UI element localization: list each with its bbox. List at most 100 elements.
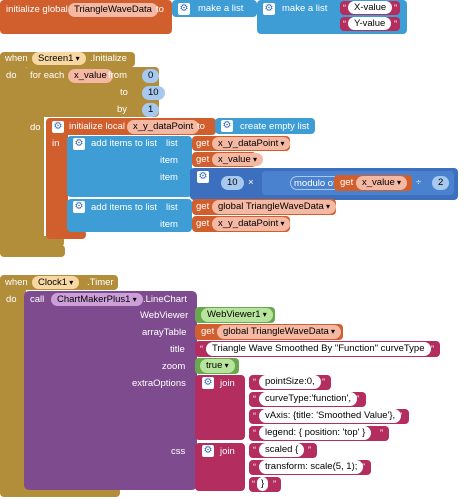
- extra-text-3[interactable]: vAxis: {title: 'Smoothed Value'},: [259, 409, 402, 423]
- gear-icon[interactable]: ⚙: [202, 445, 214, 457]
- arraytable-dropdown[interactable]: global TriangleWaveData: [217, 325, 342, 339]
- linechart-method-label: .LineChart: [143, 294, 187, 305]
- gear-icon[interactable]: ⚙: [221, 120, 233, 132]
- webviewer-dropdown[interactable]: WebViewer1: [201, 308, 273, 322]
- extra-text-4[interactable]: legend: { position: 'top' }: [259, 426, 372, 440]
- do-label-2: do: [30, 122, 41, 133]
- item-label-2: item: [160, 172, 178, 183]
- by-label: by: [117, 104, 128, 115]
- quote-icon: “: [253, 411, 256, 421]
- quote-icon: ”: [380, 428, 383, 438]
- do-label-3: do: [6, 294, 17, 305]
- screen1-component-dropdown[interactable]: Screen1: [32, 52, 86, 65]
- quote-icon: “: [252, 479, 255, 489]
- get-label: get: [201, 326, 215, 337]
- item-label-3: item: [160, 219, 178, 230]
- get-x-value-dropdown-2[interactable]: x_value: [356, 176, 407, 190]
- quote-icon: “: [253, 445, 256, 455]
- zoom-param-label: zoom: [162, 361, 186, 372]
- gear-icon[interactable]: ⚙: [202, 377, 214, 389]
- x-value-text[interactable]: X-value: [348, 1, 393, 14]
- extra-text-1[interactable]: pointSize:0,: [259, 375, 321, 389]
- quote-icon: ”: [356, 394, 359, 404]
- zoom-dropdown[interactable]: true: [200, 359, 235, 373]
- num-2-field[interactable]: 2: [432, 176, 450, 190]
- initialize-local-block[interactable]: [46, 118, 68, 239]
- initialize-event-label: .Initialize: [90, 53, 127, 64]
- global-var-name-field[interactable]: TriangleWaveData: [68, 3, 158, 17]
- arraytable-param-label: arrayTable: [142, 327, 187, 338]
- get-label: get: [196, 201, 210, 212]
- get-label: get: [196, 218, 210, 229]
- webviewer-param-label: WebViewer: [140, 310, 189, 321]
- quote-icon: ”: [308, 445, 311, 455]
- quote-icon: ”: [394, 3, 397, 13]
- join-label-1: join: [220, 378, 235, 389]
- title-text-field[interactable]: Triangle Wave Smoothed By "Function" cur…: [206, 342, 431, 356]
- to-number[interactable]: 10: [142, 86, 165, 100]
- add-items-label-1: add items to list: [91, 138, 157, 149]
- gear-icon[interactable]: ⚙: [73, 201, 85, 213]
- gear-icon[interactable]: ⚙: [263, 3, 275, 15]
- global-to-label: to: [156, 4, 164, 15]
- quote-icon: “: [253, 428, 256, 438]
- quote-icon: ”: [399, 411, 402, 421]
- y-value-text[interactable]: Y-value: [348, 17, 392, 30]
- num-10-field[interactable]: 10: [221, 176, 244, 190]
- quote-icon: “: [253, 377, 256, 387]
- quote-icon: ”: [273, 479, 276, 489]
- quote-icon: ”: [322, 377, 325, 387]
- get-local-dropdown-1[interactable]: x_y_dataPoint: [212, 137, 291, 150]
- title-param-label: title: [170, 344, 185, 355]
- get-x-value-dropdown[interactable]: x_value: [212, 153, 263, 166]
- create-empty-list-label: create empty list: [240, 121, 310, 132]
- get-label: get: [340, 177, 354, 188]
- list-label-1: list: [166, 138, 178, 149]
- css-param-label: css: [171, 446, 186, 457]
- item-label-1: item: [160, 155, 178, 166]
- gear-icon[interactable]: ⚙: [197, 171, 209, 183]
- clock1-component-dropdown[interactable]: Clock1: [32, 276, 80, 289]
- by-number[interactable]: 1: [142, 103, 160, 117]
- quote-icon: “: [343, 19, 346, 29]
- timer-event-label: .Timer: [87, 277, 114, 288]
- do-label: do: [6, 70, 17, 81]
- gear-icon[interactable]: ⚙: [178, 3, 190, 15]
- loop-var-field[interactable]: x_value: [68, 69, 113, 83]
- initialize-local-label: initialize local: [69, 121, 125, 132]
- quote-icon: “: [253, 462, 256, 472]
- from-number[interactable]: 0: [142, 69, 160, 83]
- initialize-global-label: initialize global: [6, 4, 68, 15]
- extraoptions-param-label: extraOptions: [132, 378, 186, 389]
- when-label: when: [5, 53, 28, 64]
- for-each-label: for each: [30, 70, 65, 81]
- local-var-field[interactable]: x_y_dataPoint: [127, 120, 200, 134]
- quote-icon: ”: [394, 19, 397, 29]
- local-to-label: to: [197, 121, 205, 132]
- from-label: from: [108, 70, 127, 81]
- clock-timer-event-block[interactable]: [0, 275, 26, 497]
- get-local-dropdown-2[interactable]: x_y_dataPoint: [212, 217, 291, 231]
- screen-initialize-event-block[interactable]: [0, 52, 26, 257]
- get-global-dropdown[interactable]: global TriangleWaveData: [212, 200, 337, 214]
- when-label-2: when: [5, 277, 28, 288]
- list-label-2: list: [166, 202, 178, 213]
- gear-icon[interactable]: ⚙: [52, 121, 64, 133]
- times-operator: ×: [248, 177, 254, 188]
- make-list-label-2: make a list: [282, 3, 328, 14]
- divide-operator: ÷: [416, 177, 422, 188]
- css-text-2[interactable]: transform: scale(5, 1);: [259, 460, 364, 474]
- extra-text-2[interactable]: curveType:'function',: [259, 392, 358, 406]
- quote-icon: “: [343, 3, 346, 13]
- add-items-label-2: add items to list: [91, 202, 157, 213]
- css-text-3[interactable]: }: [257, 477, 269, 491]
- quote-icon: ”: [431, 344, 434, 354]
- gear-icon[interactable]: ⚙: [73, 138, 85, 150]
- get-label: get: [196, 154, 210, 165]
- quote-icon: “: [200, 344, 203, 354]
- make-list-label-1: make a list: [198, 3, 244, 14]
- call-label: call: [30, 294, 45, 305]
- chart-component-dropdown[interactable]: ChartMakerPlus1: [51, 293, 143, 306]
- css-text-1[interactable]: scaled {: [259, 443, 305, 457]
- get-label: get: [196, 138, 210, 149]
